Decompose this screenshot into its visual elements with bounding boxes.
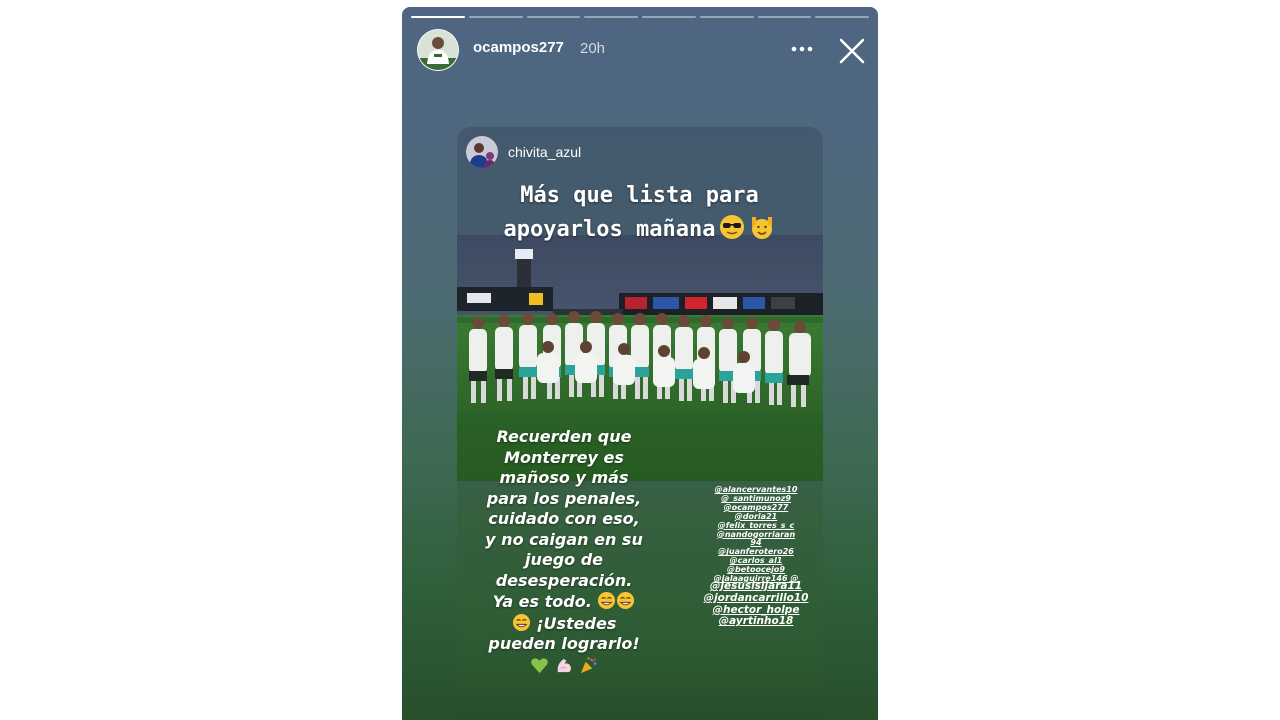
story-progress-bar [411, 16, 869, 19]
grinning-face-emoji [617, 591, 635, 610]
caption-line-9-text: Ya es todo. [492, 592, 592, 611]
caption-line: y no caigan en su [485, 529, 643, 549]
more-horizontal-icon[interactable] [788, 37, 816, 59]
progress-segment [642, 16, 696, 18]
headline-line-1: Más que lista para [520, 183, 759, 208]
caption-line: para los penales, [486, 488, 642, 508]
green-heart-emoji [531, 657, 548, 673]
caption-line: Monterrey es [504, 447, 624, 467]
progress-segment [468, 16, 523, 18]
shared-post-headline: Más que lista para apoyarlos mañana [467, 179, 812, 247]
raised-hands-emoji [752, 217, 773, 239]
caption-line-10: ¡Ustedes [475, 613, 653, 635]
shared-post-username[interactable]: chivita_azul [508, 144, 581, 160]
mention-tag[interactable]: @ayrtinho18 [695, 616, 817, 628]
caption-line: mañoso y más [499, 468, 629, 487]
progress-segment [526, 16, 581, 18]
grinning-face-emoji [512, 613, 530, 631]
caption-line: cuidado con eso, [488, 509, 640, 528]
progress-segment [411, 16, 465, 18]
party-popper-emoji [580, 656, 597, 673]
shared-post-avatar[interactable] [466, 136, 498, 168]
caption-emoji-row [475, 656, 653, 678]
caption-line: Recuerden que [496, 427, 632, 446]
progress-segment [757, 16, 812, 18]
progress-segment [584, 16, 638, 18]
close-icon[interactable] [837, 36, 867, 66]
progress-segment [699, 16, 754, 18]
mentions-small: @alancervantes10 @_santimunoz9 @ocampos2… [694, 485, 818, 584]
caption-line: desesperación. [495, 570, 633, 590]
story-username[interactable]: ocampos277 [473, 39, 564, 56]
caption-line-10-text: ¡Ustedes [536, 613, 617, 633]
headline-line-2-text: apoyarlos mañana [503, 217, 716, 242]
caption-line: pueden lograrlo! [488, 634, 640, 653]
profile-avatar[interactable] [417, 29, 459, 71]
flexed-biceps-emoji [557, 658, 571, 672]
shared-post-card[interactable]: chivita_azul Más que lista para apoyarlo… [457, 127, 823, 720]
grinning-face-emoji [598, 591, 616, 610]
progress-segment [815, 16, 869, 18]
caption-line-9: Ya es todo. [475, 591, 653, 613]
caption-line: juego de [524, 550, 604, 569]
mentions-large: @jesusisijara11 @jordancarrillo10 @hecto… [695, 580, 817, 628]
headline-line-2: apoyarlos mañana [467, 213, 812, 247]
shared-post-caption: Recuerden que Monterrey es mañoso y más … [475, 427, 653, 677]
mention-tag[interactable]: @jordancarrillo10 [695, 592, 817, 605]
sunglasses-face-emoji [720, 215, 745, 239]
story-timestamp: 20h [580, 40, 606, 57]
story-viewer[interactable]: ocampos277 20h chivita_azul Más que list… [402, 7, 878, 720]
